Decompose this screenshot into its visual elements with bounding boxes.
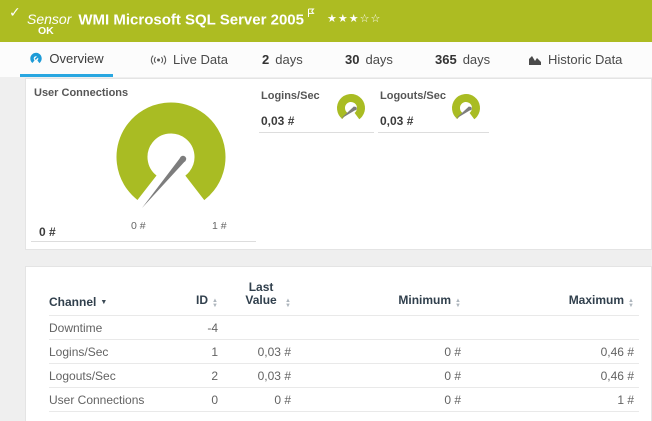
column-header-maximum[interactable]: Maximum ▲▼ (461, 293, 634, 309)
tab-live-data-label: Live Data (173, 52, 228, 67)
tab-overview-label: Overview (49, 51, 103, 66)
tab-365-days-number: 365 (435, 52, 457, 67)
column-header-last-value[interactable]: Last Value▲▼ (218, 281, 291, 309)
tab-30-days[interactable]: 30 days (345, 42, 393, 77)
stars-filled[interactable]: ★★★ (327, 13, 360, 25)
cell-channel: Downtime (49, 321, 169, 335)
gauge-logouts-sec[interactable]: Logouts/Sec 0,03 # (378, 85, 489, 133)
sort-icon[interactable]: ▲▼ (628, 299, 634, 309)
tab-30-days-number: 30 (345, 52, 359, 67)
gauge-dial (116, 102, 226, 214)
tab-overview[interactable]: Overview (20, 42, 113, 77)
caret-down-icon[interactable]: ▼ (100, 299, 107, 306)
column-header-label: Last Value (241, 281, 281, 307)
column-header-label: Maximum (569, 293, 624, 307)
tab-live-data[interactable]: Live Data (150, 42, 228, 77)
cell-channel: Logins/Sec (49, 345, 169, 359)
gauge-title: Logouts/Sec (380, 90, 446, 102)
gauge-icon (29, 51, 43, 65)
divider (31, 241, 256, 242)
gauge-title: Logins/Sec (261, 90, 320, 102)
cell-minimum: 0 # (291, 369, 461, 383)
gauge-dial (336, 93, 366, 123)
table-row[interactable]: Logouts/Sec 2 0,03 # 0 # 0,46 # (49, 364, 639, 388)
table-body: Downtime -4 Logins/Sec 1 0,03 # 0 # 0,46… (49, 316, 639, 412)
column-header-minimum[interactable]: Minimum▲▼ (291, 293, 461, 309)
cell-id: -4 (169, 321, 218, 335)
priority-stars[interactable]: ★★★☆☆ (327, 13, 381, 25)
cell-channel: User Connections (49, 393, 169, 407)
stars-empty[interactable]: ☆☆ (360, 13, 382, 25)
gauge-dial (451, 93, 481, 123)
table-row[interactable]: Downtime -4 (49, 316, 639, 340)
historic-chart-icon (528, 54, 542, 66)
gauges-panel: User Connections 0 # 1 # 0 # Logins/Sec … (25, 78, 652, 250)
gauge-current-value: 0 # (39, 225, 56, 239)
gauge-scale-min: 0 # (131, 220, 146, 232)
cell-last-value: 0,03 # (218, 369, 291, 383)
tab-historic-data[interactable]: Historic Data (528, 42, 622, 77)
gauge-title: User Connections (34, 87, 128, 99)
table-row[interactable]: User Connections 0 0 # 0 # 1 # (49, 388, 639, 412)
priority-flag-icon[interactable] (307, 5, 315, 22)
status-ok-check-icon: ✓ (9, 4, 21, 21)
cell-minimum: 0 # (291, 393, 461, 407)
table-header-row: Channel▼ ID▲▼ Last Value▲▼ Minimum▲▼ Max… (49, 281, 639, 316)
table-row[interactable]: Logins/Sec 1 0,03 # 0 # 0,46 # (49, 340, 639, 364)
cell-id: 2 (169, 369, 218, 383)
tab-2-days-number: 2 (262, 52, 269, 67)
column-header-label: ID (196, 293, 208, 307)
cell-last-value: 0,03 # (218, 345, 291, 359)
status-badge: OK (38, 25, 54, 37)
gauge-logins-sec[interactable]: Logins/Sec 0,03 # (259, 85, 374, 133)
gauge-current-value: 0,03 # (261, 114, 294, 128)
sensor-header: ✓ SensorWMI Microsoft SQL Server 2005★★★… (0, 0, 652, 42)
cell-id: 0 (169, 393, 218, 407)
cell-last-value: 0 # (218, 393, 291, 407)
column-header-label: Minimum (398, 293, 451, 307)
tab-2-days-label: days (275, 52, 302, 67)
gauge-current-value: 0,03 # (380, 114, 413, 128)
cell-maximum: 0,46 # (461, 369, 634, 383)
cell-channel: Logouts/Sec (49, 369, 169, 383)
cell-id: 1 (169, 345, 218, 359)
cell-maximum: 1 # (461, 393, 634, 407)
tab-historic-data-label: Historic Data (548, 52, 622, 67)
channels-panel: Channel▼ ID▲▼ Last Value▲▼ Minimum▲▼ Max… (25, 266, 652, 421)
tab-2-days[interactable]: 2 days (262, 42, 303, 77)
tab-bar: Overview Live Data 2 days 30 days 365 da… (0, 42, 652, 77)
cell-minimum: 0 # (291, 345, 461, 359)
gauge-user-connections[interactable]: User Connections 0 # 1 # 0 # (26, 79, 259, 249)
page-title: WMI Microsoft SQL Server 2005 (78, 11, 304, 28)
column-header-id[interactable]: ID▲▼ (169, 293, 218, 309)
tab-365-days-label: days (463, 52, 490, 67)
gauge-scale-max: 1 # (212, 220, 227, 232)
cell-maximum: 0,46 # (461, 345, 634, 359)
column-header-channel[interactable]: Channel ▼ (49, 295, 169, 309)
tab-365-days[interactable]: 365 days (435, 42, 490, 77)
live-signal-icon (150, 54, 167, 66)
column-header-label: Channel (49, 295, 96, 309)
tab-30-days-label: days (365, 52, 392, 67)
